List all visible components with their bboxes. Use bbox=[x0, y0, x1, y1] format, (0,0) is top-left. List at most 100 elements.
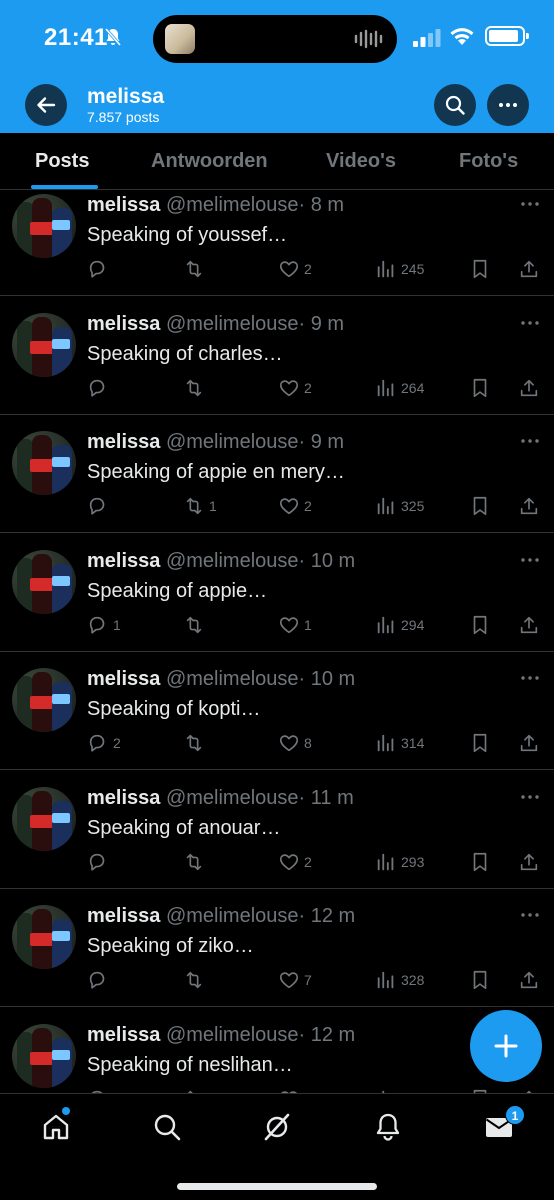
post-author-handle[interactable]: @melimelouse bbox=[166, 668, 299, 690]
post-author-name[interactable]: melissa bbox=[87, 313, 160, 335]
post-author-name[interactable]: melissa bbox=[87, 194, 160, 216]
tab-videos[interactable]: Video's bbox=[326, 150, 396, 173]
post-more-icon[interactable] bbox=[519, 200, 541, 208]
search-icon[interactable] bbox=[152, 1112, 182, 1142]
more-options-button[interactable] bbox=[487, 84, 529, 126]
repost-button[interactable] bbox=[183, 377, 209, 399]
post-item[interactable]: melissa @melimelouse· 9 m Speaking of app… bbox=[0, 415, 554, 533]
reply-button[interactable]: 1 bbox=[87, 614, 121, 636]
post-text[interactable]: Speaking of appie… bbox=[87, 580, 267, 603]
share-button[interactable] bbox=[518, 495, 540, 517]
post-more-icon[interactable] bbox=[519, 674, 541, 682]
post-author-handle[interactable]: @melimelouse bbox=[166, 1024, 299, 1046]
post-text[interactable]: Speaking of appie en mery… bbox=[87, 461, 345, 484]
repost-button[interactable]: 1 bbox=[183, 495, 217, 517]
like-button[interactable]: 8 bbox=[278, 732, 312, 754]
views-button[interactable]: 264 bbox=[375, 377, 424, 399]
post-author-name[interactable]: melissa bbox=[87, 1024, 160, 1046]
avatar[interactable] bbox=[12, 668, 76, 732]
bookmark-button[interactable] bbox=[469, 377, 491, 399]
post-text[interactable]: Speaking of ziko… bbox=[87, 935, 254, 958]
post-item[interactable]: melissa @melimelouse· 10 m Speaking of ko… bbox=[0, 652, 554, 770]
avatar[interactable] bbox=[12, 431, 76, 495]
bookmark-button[interactable] bbox=[469, 495, 491, 517]
post-author-handle[interactable]: @melimelouse bbox=[166, 550, 299, 572]
repost-button[interactable] bbox=[183, 258, 209, 280]
post-author-handle[interactable]: @melimelouse bbox=[166, 787, 299, 809]
share-button[interactable] bbox=[518, 377, 540, 399]
post-feed[interactable]: melissa @melimelouse· 8 m Speaking of you… bbox=[0, 190, 554, 1093]
share-button[interactable] bbox=[518, 614, 540, 636]
reply-button[interactable] bbox=[87, 495, 113, 517]
notifications-icon[interactable] bbox=[373, 1112, 403, 1142]
post-author-name[interactable]: melissa bbox=[87, 431, 160, 453]
post-author-name[interactable]: melissa bbox=[87, 787, 160, 809]
post-item[interactable]: melissa @melimelouse· 8 m Speaking of you… bbox=[0, 190, 554, 296]
avatar[interactable] bbox=[12, 549, 76, 614]
post-more-icon[interactable] bbox=[519, 793, 541, 801]
avatar[interactable] bbox=[12, 312, 76, 377]
post-item[interactable]: melissa @melimelouse· 11 m Speaking of an… bbox=[0, 771, 554, 889]
post-item[interactable]: melissa @melimelouse· 12 m Speaking of zi… bbox=[0, 889, 554, 1007]
dynamic-island[interactable] bbox=[153, 15, 397, 63]
like-button[interactable]: 2 bbox=[278, 851, 312, 873]
bookmark-button[interactable] bbox=[469, 614, 491, 636]
avatar[interactable] bbox=[12, 194, 76, 258]
tab-replies[interactable]: Antwoorden bbox=[151, 150, 268, 173]
post-author-name[interactable]: melissa bbox=[87, 550, 160, 572]
repost-button[interactable] bbox=[183, 969, 209, 991]
views-button[interactable]: 245 bbox=[375, 258, 424, 280]
post-text[interactable]: Speaking of youssef… bbox=[87, 224, 287, 247]
reply-button[interactable] bbox=[87, 969, 113, 991]
reply-button[interactable]: 2 bbox=[87, 732, 121, 754]
post-more-icon[interactable] bbox=[519, 556, 541, 564]
post-author-name[interactable]: melissa bbox=[87, 668, 160, 690]
post-more-icon[interactable] bbox=[519, 437, 541, 445]
post-author-handle[interactable]: @melimelouse bbox=[166, 431, 299, 453]
share-button[interactable] bbox=[518, 732, 540, 754]
home-icon[interactable] bbox=[41, 1112, 71, 1142]
post-text[interactable]: Speaking of kopti… bbox=[87, 698, 260, 721]
like-button[interactable]: 1 bbox=[278, 614, 312, 636]
like-button[interactable]: 2 bbox=[278, 495, 312, 517]
repost-button[interactable] bbox=[183, 614, 209, 636]
reply-button[interactable] bbox=[87, 377, 113, 399]
post-author-handle[interactable]: @melimelouse bbox=[166, 905, 299, 927]
tab-posts[interactable]: Posts bbox=[35, 150, 89, 173]
tab-photos[interactable]: Foto's bbox=[459, 150, 518, 173]
bookmark-button[interactable] bbox=[469, 969, 491, 991]
views-button[interactable]: 325 bbox=[375, 495, 424, 517]
compose-post-button[interactable] bbox=[470, 1010, 542, 1082]
post-author-name[interactable]: melissa bbox=[87, 905, 160, 927]
share-button[interactable] bbox=[518, 258, 540, 280]
post-more-icon[interactable] bbox=[519, 319, 541, 327]
views-button[interactable]: 293 bbox=[375, 851, 424, 873]
post-more-icon[interactable] bbox=[519, 911, 541, 919]
repost-button[interactable] bbox=[183, 732, 209, 754]
post-author-handle[interactable]: @melimelouse bbox=[166, 313, 299, 335]
bookmark-button[interactable] bbox=[469, 732, 491, 754]
reply-button[interactable] bbox=[87, 851, 113, 873]
avatar[interactable] bbox=[12, 786, 76, 851]
share-button[interactable] bbox=[518, 969, 540, 991]
views-button[interactable]: 294 bbox=[375, 614, 424, 636]
post-item[interactable]: melissa @melimelouse· 10 m Speaking of ap… bbox=[0, 534, 554, 652]
like-button[interactable]: 2 bbox=[278, 258, 312, 280]
back-button[interactable] bbox=[25, 84, 67, 126]
post-text[interactable]: Speaking of anouar… bbox=[87, 817, 280, 840]
like-button[interactable]: 2 bbox=[278, 377, 312, 399]
grok-icon[interactable] bbox=[262, 1112, 292, 1142]
repost-button[interactable] bbox=[183, 851, 209, 873]
avatar[interactable] bbox=[12, 1023, 76, 1088]
share-button[interactable] bbox=[518, 851, 540, 873]
post-text[interactable]: Speaking of neslihan… bbox=[87, 1054, 293, 1077]
bookmark-button[interactable] bbox=[469, 851, 491, 873]
search-button[interactable] bbox=[434, 84, 476, 126]
post-text[interactable]: Speaking of charles… bbox=[87, 343, 283, 366]
avatar[interactable] bbox=[12, 905, 76, 969]
bookmark-button[interactable] bbox=[469, 258, 491, 280]
views-button[interactable]: 314 bbox=[375, 732, 424, 754]
post-author-handle[interactable]: @melimelouse bbox=[166, 194, 299, 216]
reply-button[interactable] bbox=[87, 258, 113, 280]
views-button[interactable]: 328 bbox=[375, 969, 424, 991]
